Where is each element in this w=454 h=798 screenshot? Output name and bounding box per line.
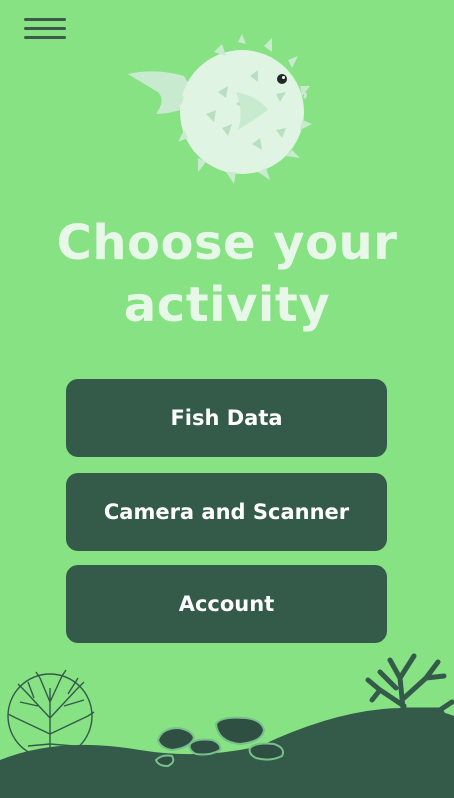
page-title: Choose your activity xyxy=(0,212,454,336)
pufferfish-icon xyxy=(128,34,312,184)
menu-bar-middle xyxy=(24,27,66,30)
seabed-illustration xyxy=(0,653,454,798)
account-button[interactable]: Account xyxy=(66,565,387,643)
page-title-line2: activity xyxy=(123,277,331,333)
fish-data-button[interactable]: Fish Data xyxy=(66,379,387,457)
coral-left-icon xyxy=(7,669,95,759)
camera-and-scanner-button[interactable]: Camera and Scanner xyxy=(66,473,387,551)
menu-bar-bottom xyxy=(24,36,66,39)
page-title-line1: Choose your xyxy=(56,215,398,271)
menu-button[interactable] xyxy=(22,15,68,45)
menu-bar-top xyxy=(24,18,66,21)
